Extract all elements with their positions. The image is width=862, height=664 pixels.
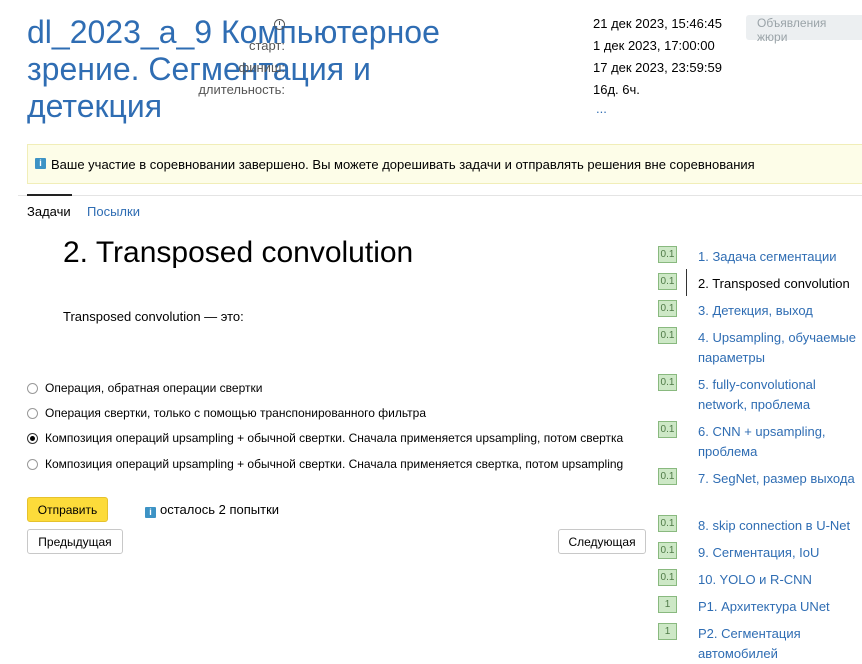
problem-link[interactable]: 1. Задача сегментации (698, 247, 862, 267)
problem-title: 2. Transposed convolution (63, 236, 414, 269)
problem-link[interactable]: 9. Сегментация, IoU (698, 543, 862, 563)
answer-option-label: Композиция операций upsampling + обычной… (45, 457, 624, 471)
previous-button[interactable]: Предыдущая (27, 529, 123, 554)
score-badge: 0.1 (658, 542, 677, 559)
participation-notice: i Ваше участие в соревновании завершено.… (27, 144, 862, 184)
start-label: старт: (248, 38, 285, 53)
score-badge: 0.1 (658, 515, 677, 532)
score-badge: 0.1 (658, 569, 677, 586)
current-time: 21 дек 2023, 15:46:45 (593, 16, 722, 31)
answer-option-label: Композиция операций upsampling + обычной… (45, 431, 624, 445)
score-badge: 0.1 (658, 421, 677, 438)
problem-link[interactable]: 3. Детекция, выход (698, 301, 862, 321)
radio-button-checked[interactable] (27, 433, 38, 444)
start-time: 1 дек 2023, 17:00:00 (593, 38, 715, 53)
notice-text: Ваше участие в соревновании завершено. В… (51, 157, 755, 172)
radio-button[interactable] (27, 408, 38, 419)
attempts-left: i осталось 2 попытки (145, 502, 280, 518)
radio-button[interactable] (27, 459, 38, 470)
score-badge: 0.1 (658, 468, 677, 485)
jury-announcements-button[interactable]: Объявления жюри (746, 15, 862, 44)
submit-button[interactable]: Отправить (27, 497, 108, 522)
problem-link[interactable]: P2. Сегментация автомобилей (698, 624, 862, 664)
info-icon: i (145, 507, 156, 518)
next-button[interactable]: Следующая (558, 529, 646, 554)
problem-link[interactable]: 4. Upsampling, обучаемые параметры (698, 328, 862, 368)
problem-link[interactable]: P1. Архитектура UNet (698, 597, 862, 617)
info-icon: i (35, 158, 46, 169)
score-badge: 1 (658, 596, 677, 613)
tab-submissions[interactable]: Посылки (87, 204, 140, 219)
score-badge: 0.1 (658, 273, 677, 290)
problem-link[interactable]: 5. fully-convolutional network, проблема (698, 375, 862, 415)
problem-link[interactable]: 8. skip connection в U-Net (698, 516, 862, 536)
score-badge: 0.1 (658, 327, 677, 344)
answer-option-label: Операция, обратная операции свертки (45, 381, 263, 395)
finish-label: финиш: (238, 60, 285, 75)
score-badge: 0.1 (658, 300, 677, 317)
radio-button[interactable] (27, 383, 38, 394)
current-marker (686, 269, 687, 296)
score-badge: 1 (658, 623, 677, 640)
duration-label: длительность: (198, 82, 285, 97)
tab-problems[interactable]: Задачи (27, 194, 72, 219)
duration-value: 16д. 6ч. (593, 82, 640, 97)
problem-link[interactable]: 7. SegNet, размер выхода (698, 469, 862, 489)
score-badge: 0.1 (658, 246, 677, 263)
answer-option-label: Операция свертки, только с помощью транс… (45, 406, 427, 420)
finish-time: 17 дек 2023, 23:59:59 (593, 60, 722, 75)
question-text: Transposed convolution — это: (63, 309, 244, 324)
problem-link-current[interactable]: 2. Transposed convolution (698, 274, 862, 294)
more-link[interactable]: ... (596, 101, 607, 116)
score-badge: 0.1 (658, 374, 677, 391)
attempts-text: осталось 2 попытки (160, 502, 280, 517)
problem-link[interactable]: 10. YOLO и R-CNN (698, 570, 862, 590)
divider (18, 195, 862, 196)
problem-link[interactable]: 6. CNN + upsampling, проблема (698, 422, 862, 462)
